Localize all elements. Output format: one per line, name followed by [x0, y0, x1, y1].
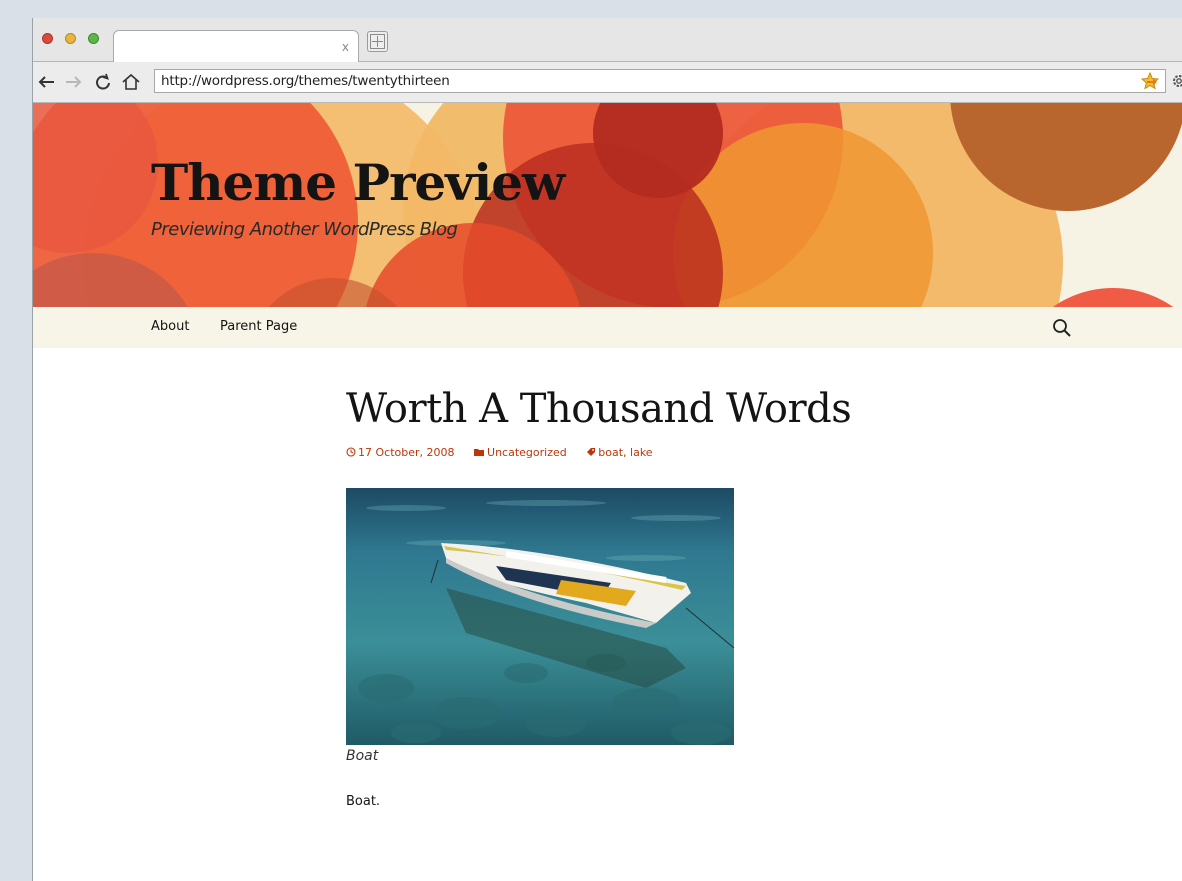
site-header: Theme Preview Previewing Another WordPre… [33, 103, 1182, 307]
post-category-text: Uncategorized [487, 446, 567, 459]
new-tab-icon [370, 34, 385, 49]
maximize-window-button[interactable] [88, 33, 99, 44]
forward-arrow-icon [66, 76, 82, 88]
search-icon[interactable] [1052, 318, 1072, 338]
clock-icon [346, 447, 356, 457]
bookmark-star-icon[interactable] [1141, 72, 1159, 90]
main-navigation: About Parent Page [33, 307, 1182, 348]
post-title[interactable]: Worth A Thousand Words [346, 383, 852, 435]
browser-tab[interactable]: x [113, 30, 359, 62]
nav-item-about[interactable]: About [151, 319, 189, 334]
browser-toolbar: http://wordpress.org/themes/twentythirte… [33, 62, 1182, 103]
address-bar[interactable]: http://wordpress.org/themes/twentythirte… [154, 69, 1166, 93]
home-button[interactable] [121, 72, 141, 92]
settings-gear-icon[interactable] [1171, 73, 1182, 89]
back-button[interactable] [37, 72, 57, 92]
new-tab-button[interactable] [367, 31, 388, 52]
reload-icon [96, 73, 110, 90]
post-tags: boat, lake [586, 446, 653, 459]
forward-button[interactable] [63, 72, 83, 92]
post-category[interactable]: Uncategorized [474, 446, 567, 459]
tab-close-icon[interactable]: x [342, 41, 349, 53]
tag-link-boat[interactable]: boat [598, 446, 623, 459]
browser-window: x http://wordpress.org/themes/twentythir… [32, 18, 1182, 881]
tag-separator: , [623, 446, 631, 459]
folder-icon [474, 449, 485, 456]
close-window-button[interactable] [42, 33, 53, 44]
minimize-window-button[interactable] [65, 33, 76, 44]
boat-photo [346, 488, 734, 745]
nav-item-parent-page[interactable]: Parent Page [220, 319, 297, 334]
post-date[interactable]: 17 October, 2008 [346, 446, 455, 459]
post-image-boat[interactable] [346, 488, 734, 745]
tag-link-lake[interactable]: lake [630, 446, 653, 459]
home-icon [122, 73, 140, 90]
post-content: Boat. [346, 794, 381, 809]
post-meta: 17 October, 2008 Uncategorized boat, lak… [346, 446, 653, 459]
back-arrow-icon [38, 76, 54, 88]
reload-button[interactable] [93, 72, 113, 92]
image-caption: Boat [346, 748, 379, 764]
tab-strip: x [33, 18, 1182, 62]
post-date-text: 17 October, 2008 [358, 446, 455, 459]
url-text: http://wordpress.org/themes/twentythirte… [161, 73, 450, 89]
site-description: Previewing Another WordPress Blog [151, 219, 458, 240]
site-title[interactable]: Theme Preview [151, 153, 565, 213]
tag-icon [587, 448, 596, 456]
